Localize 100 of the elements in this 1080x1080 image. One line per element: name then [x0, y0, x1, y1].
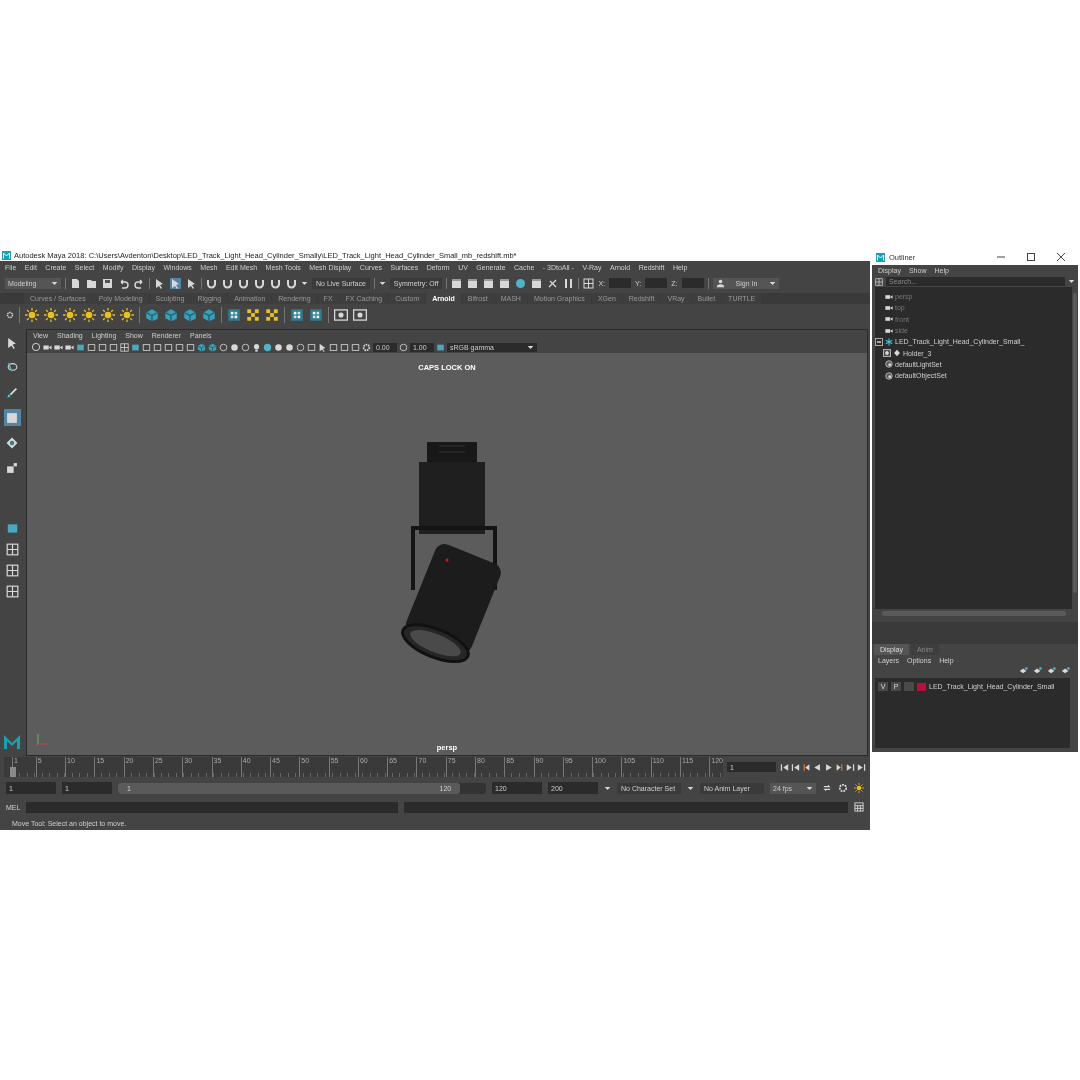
light-bulb-icon[interactable]: [252, 342, 261, 352]
sun-icon[interactable]: [25, 308, 39, 322]
snap-view-icon[interactable]: [254, 277, 265, 289]
cube-icon[interactable]: [183, 308, 197, 322]
sun-icon[interactable]: [101, 308, 115, 322]
clapper-icon[interactable]: [483, 277, 495, 289]
grid-icon[interactable]: [120, 342, 129, 352]
minimize-icon[interactable]: [997, 253, 1005, 261]
command-input-field[interactable]: [26, 801, 399, 813]
square-icon[interactable]: [109, 342, 118, 352]
gamma-icon[interactable]: [399, 342, 408, 352]
move-tool-icon[interactable]: [3, 409, 21, 426]
cube-icon[interactable]: [197, 342, 206, 352]
cube-icon[interactable]: [164, 308, 178, 322]
undo-icon[interactable]: [118, 277, 129, 289]
square-icon[interactable]: [87, 342, 96, 352]
square-icon[interactable]: [164, 342, 173, 352]
clapper-icon[interactable]: [467, 277, 479, 289]
grid-icon[interactable]: [309, 308, 323, 322]
snap-grid-icon[interactable]: [206, 277, 217, 289]
square-icon[interactable]: [153, 342, 162, 352]
collapse-icon[interactable]: [875, 337, 883, 346]
step-forward-icon[interactable]: [846, 762, 855, 772]
square-icon[interactable]: [186, 342, 195, 352]
checker-icon[interactable]: [265, 308, 279, 322]
clapper-icon[interactable]: [531, 277, 543, 289]
layer-icon[interactable]: [1033, 666, 1042, 675]
coordinate-field[interactable]: [609, 278, 632, 288]
camera-icon[interactable]: [65, 342, 74, 352]
go-to-start-icon[interactable]: [780, 762, 789, 772]
square-icon[interactable]: [98, 342, 107, 352]
grid-icon[interactable]: [227, 308, 241, 322]
gear-icon[interactable]: [6, 311, 14, 319]
layout-icon[interactable]: [5, 522, 19, 535]
cursor-icon[interactable]: [318, 342, 327, 352]
caret-icon: [604, 784, 611, 792]
coordinate-field[interactable]: [681, 278, 704, 288]
close-icon[interactable]: [1057, 253, 1065, 261]
exposure-icon[interactable]: [362, 342, 371, 352]
maximize-icon[interactable]: [1027, 253, 1035, 261]
cut-icon[interactable]: [547, 277, 559, 289]
layer-type-toggle[interactable]: [904, 682, 914, 691]
no-entry-icon[interactable]: [31, 342, 41, 352]
step-back-icon[interactable]: [791, 762, 800, 772]
sun-icon[interactable]: [44, 308, 58, 322]
clapper-icon[interactable]: [451, 277, 463, 289]
snap-point-icon[interactable]: [238, 277, 249, 289]
sphere-icon[interactable]: [515, 277, 527, 289]
redo-icon[interactable]: [134, 277, 145, 289]
snap-surface-icon[interactable]: [270, 277, 281, 289]
grid-icon[interactable]: [290, 308, 304, 322]
select-hierarchy-icon[interactable]: [154, 277, 165, 289]
eye-icon[interactable]: [334, 308, 348, 322]
layer-color-swatch[interactable]: [917, 682, 926, 691]
square-icon[interactable]: [307, 342, 316, 352]
camera-icon[interactable]: [43, 342, 52, 352]
layout-icon[interactable]: [5, 564, 19, 577]
caret-icon: [527, 343, 534, 351]
color-management-icon[interactable]: [436, 342, 445, 352]
target-icon[interactable]: [583, 277, 595, 289]
snap-pivot-icon[interactable]: [286, 277, 297, 289]
select-object-icon[interactable]: [170, 277, 181, 289]
checker-icon[interactable]: [246, 308, 260, 322]
bookmark-icon[interactable]: [76, 342, 85, 352]
current-frame-marker[interactable]: [10, 767, 16, 777]
cube-icon[interactable]: [145, 308, 159, 322]
layer-icon[interactable]: [1019, 666, 1028, 675]
go-to-end-icon[interactable]: [857, 762, 866, 772]
sun-icon[interactable]: [120, 308, 134, 322]
play-backwards-icon[interactable]: [813, 762, 822, 772]
previous-key-icon[interactable]: [802, 762, 811, 772]
sun-icon[interactable]: [63, 308, 77, 322]
select-component-icon[interactable]: [186, 277, 197, 289]
sun-icon[interactable]: [82, 308, 96, 322]
pause-icon[interactable]: [563, 277, 575, 289]
square-icon[interactable]: [175, 342, 184, 352]
square-icon[interactable]: [131, 342, 140, 352]
square-icon[interactable]: [142, 342, 151, 352]
save-icon[interactable]: [102, 277, 113, 289]
cube-icon[interactable]: [202, 308, 216, 322]
coordinate-field[interactable]: [645, 278, 668, 288]
layout-icon[interactable]: [5, 585, 19, 598]
next-key-icon[interactable]: [835, 762, 844, 772]
script-editor-icon[interactable]: [854, 802, 864, 812]
square-icon[interactable]: [340, 342, 349, 352]
star-icon: [885, 337, 893, 346]
square-icon[interactable]: [351, 342, 360, 352]
circle-icon[interactable]: [296, 342, 305, 352]
snap-curve-icon[interactable]: [222, 277, 233, 289]
layer-icon[interactable]: [1061, 666, 1070, 675]
open-folder-icon[interactable]: [86, 277, 97, 289]
layout-icon[interactable]: [5, 543, 19, 556]
cube-icon[interactable]: [208, 342, 217, 352]
expand-icon[interactable]: [883, 349, 891, 358]
new-file-icon[interactable]: [70, 277, 81, 289]
clapper-icon[interactable]: [499, 277, 511, 289]
loop-icon[interactable]: [822, 783, 832, 793]
layer-icon[interactable]: [1047, 666, 1056, 675]
square-icon[interactable]: [329, 342, 338, 352]
camera-icon[interactable]: [54, 342, 63, 352]
